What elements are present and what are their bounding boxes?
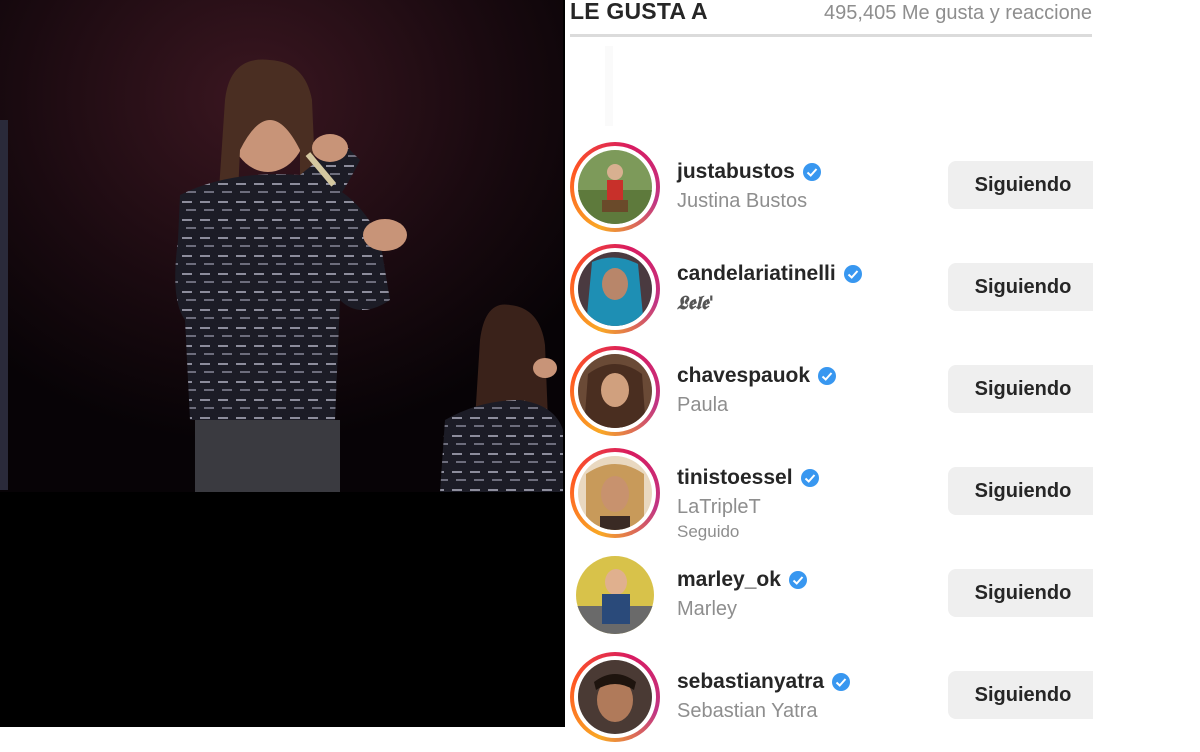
following-button[interactable]: Siguiendo [948, 161, 1098, 209]
username[interactable]: chavespauok [677, 364, 810, 388]
avatar[interactable] [570, 550, 660, 640]
username[interactable]: sebastianyatra [677, 670, 824, 694]
avatar[interactable] [570, 448, 660, 538]
following-button[interactable]: Siguiendo [948, 671, 1098, 719]
full-name: Paula [677, 394, 729, 416]
avatar[interactable] [570, 652, 660, 742]
following-button[interactable]: Siguiendo [948, 569, 1098, 617]
avatar[interactable] [570, 142, 660, 232]
user-row[interactable]: justabustos Justina Bustos Siguiendo [570, 140, 1098, 242]
user-row[interactable]: candelariatinelli 𝕷𝖊𝖑𝖊' Siguiendo [570, 242, 1098, 344]
full-name: LaTripleT [677, 496, 761, 518]
following-button[interactable]: Siguiendo [948, 467, 1098, 515]
username[interactable]: marley_ok [677, 568, 781, 592]
following-button[interactable]: Siguiendo [948, 263, 1098, 311]
full-name: Justina Bustos [677, 190, 808, 212]
username[interactable]: candelariatinelli [677, 262, 836, 286]
full-name: Sebastian Yatra [677, 700, 818, 722]
user-list: justabustos Justina Bustos Siguiendo can… [570, 140, 1098, 752]
avatar[interactable] [570, 244, 660, 334]
avatar[interactable] [570, 346, 660, 436]
likes-panel: LE GUSTA A 495,405 Me gusta y reaccione … [565, 0, 1200, 742]
user-row[interactable]: marley_ok Marley Siguiendo [570, 548, 1098, 650]
likes-count: 495,405 Me gusta y reaccione [824, 2, 1092, 24]
full-name: 𝕷𝖊𝖑𝖊' [677, 292, 715, 314]
full-name: Marley [677, 598, 738, 620]
user-row[interactable]: sebastianyatra Sebastian Yatra Siguiendo [570, 650, 1098, 752]
user-row[interactable]: chavespauok Paula Siguiendo [570, 344, 1098, 446]
likes-title: LE GUSTA A [570, 0, 708, 24]
verified-icon [818, 367, 837, 385]
concert-photo-panel [0, 0, 565, 727]
followed-by-badge: Seguido [677, 522, 740, 541]
user-row[interactable]: tinistoessel LaTripleT Seguido Siguiendo [570, 446, 1098, 548]
likes-header: LE GUSTA A 495,405 Me gusta y reaccione [570, 0, 1092, 37]
verified-icon [802, 163, 821, 181]
username[interactable]: tinistoessel [677, 466, 793, 490]
verified-icon [843, 265, 862, 283]
verified-icon [788, 571, 807, 589]
verified-icon [832, 673, 851, 691]
username[interactable]: justabustos [677, 160, 795, 184]
verified-icon [800, 469, 819, 487]
following-button[interactable]: Siguiendo [948, 365, 1098, 413]
concert-photo [0, 0, 563, 492]
divider [605, 46, 613, 126]
right-margin [1093, 0, 1200, 727]
